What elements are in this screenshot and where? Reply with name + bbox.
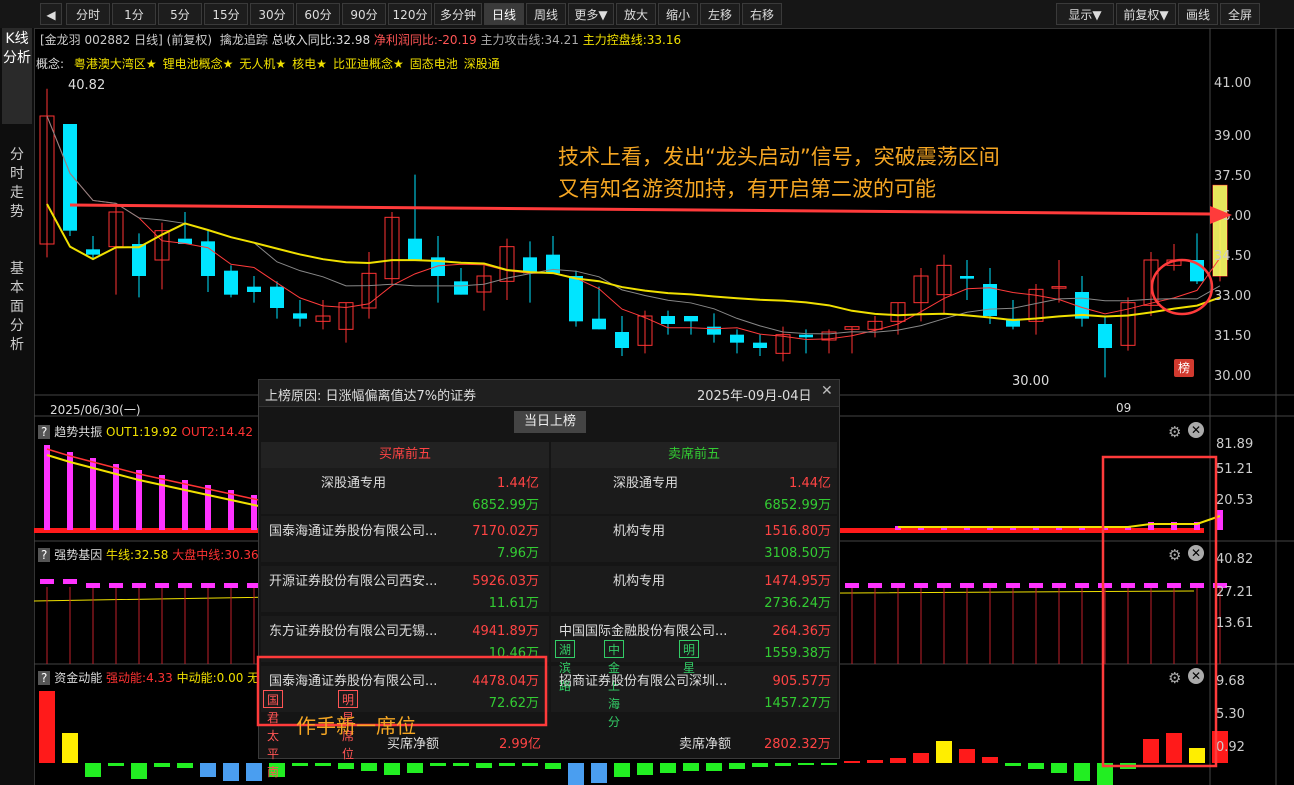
annotation-circle [1150,258,1214,316]
annotation-bottom: 作手新一席位 [296,714,416,738]
annotation-arrow-line [69,203,1213,216]
annotation-arrow-head [1210,206,1232,224]
annotation-overlay [69,203,1232,768]
annotation-box-right [1101,455,1218,768]
